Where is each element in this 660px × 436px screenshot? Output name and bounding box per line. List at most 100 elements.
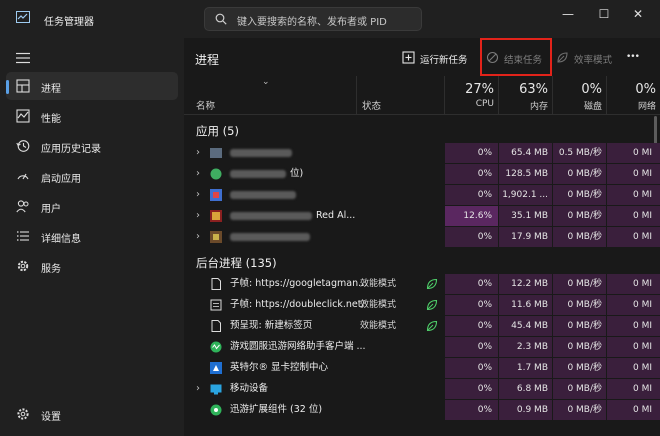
column-memory[interactable]: 内存 — [498, 99, 548, 112]
disk-cell: 0 MB/秒 — [553, 227, 606, 247]
table-row[interactable]: › Red Al... 12.6% 35.1 MB 0 MB/秒 0 MI — [184, 206, 660, 226]
network-cell: 0 MI — [607, 337, 660, 357]
network-cell: 0 MI — [607, 143, 660, 163]
network-cell: 0 MI — [607, 316, 660, 336]
column-network[interactable]: 网络 — [606, 99, 656, 112]
redacted-name — [230, 191, 296, 199]
table-row[interactable]: 子帧: https://doubleclick.net/ 效能模式 0% 11.… — [184, 295, 660, 315]
table-row[interactable]: › 0% 17.9 MB 0 MB/秒 0 MI — [184, 227, 660, 247]
expand-chevron-icon[interactable]: › — [196, 379, 200, 399]
cpu-cell: 0% — [445, 379, 498, 399]
column-divider[interactable] — [356, 76, 357, 114]
redacted-name — [230, 233, 310, 241]
sort-chevron-icon[interactable]: ⌄ — [262, 77, 270, 87]
memory-usage-total: 63% — [519, 82, 548, 97]
process-name: 子帧: https://googletagman... — [230, 278, 368, 289]
memory-cell: 128.5 MB — [499, 164, 552, 184]
network-cell: 0 MI — [607, 295, 660, 315]
process-status: 效能模式 — [360, 321, 397, 331]
memory-cell: 17.9 MB — [499, 227, 552, 247]
app-icon — [210, 168, 222, 180]
run-new-task-label: 运行新任务 — [420, 55, 468, 66]
memory-cell: 45.4 MB — [499, 316, 552, 336]
table-row[interactable]: 子帧: https://googletagman... 效能模式 0% 12.2… — [184, 274, 660, 294]
cpu-cell: 0% — [445, 185, 498, 205]
cpu-cell: 0% — [445, 143, 498, 163]
disk-cell: 0 MB/秒 — [553, 206, 606, 226]
app-icon — [210, 231, 222, 243]
expand-chevron-icon[interactable]: › — [196, 227, 200, 247]
sidebar-item-settings[interactable]: 设置 — [6, 400, 178, 428]
maximize-button[interactable]: ☐ — [590, 4, 618, 24]
close-button[interactable]: ✕ — [624, 4, 652, 24]
table-row[interactable]: › 移动设备 0% 6.8 MB 0 MB/秒 0 MI — [184, 379, 660, 399]
table-row[interactable]: 迅游扩展组件 (32 位) 0% 0.9 MB 0 MB/秒 0 MI — [184, 400, 660, 420]
disk-cell: 0.5 MB/秒 — [553, 143, 606, 163]
sidebar-item-processes[interactable]: 进程 — [6, 72, 178, 100]
table-row[interactable]: › 0% 1,902.1 ... 0 MB/秒 0 MI — [184, 185, 660, 205]
column-disk[interactable]: 磁盘 — [552, 99, 602, 112]
cpu-cell: 0% — [445, 400, 498, 420]
sidebar-item-performance[interactable]: 性能 — [6, 102, 178, 130]
mobile-device-icon — [210, 384, 222, 395]
expand-chevron-icon[interactable]: › — [196, 164, 200, 184]
disk-cell: 0 MB/秒 — [553, 164, 606, 184]
disk-cell: 0 MB/秒 — [553, 379, 606, 399]
cpu-cell: 0% — [445, 227, 498, 247]
disk-cell: 0 MB/秒 — [553, 295, 606, 315]
column-cpu[interactable]: CPU — [444, 99, 494, 109]
disk-cell: 0 MB/秒 — [553, 316, 606, 336]
startup-icon — [17, 173, 29, 180]
table-row[interactable]: › 位) 0% 128.5 MB 0 MB/秒 0 MI — [184, 164, 660, 184]
sidebar-item-startup[interactable]: 启动应用 — [6, 162, 178, 190]
memory-cell: 1.7 MB — [499, 358, 552, 378]
sidebar-item-label: 性能 — [41, 114, 61, 125]
cpu-usage-total: 27% — [465, 82, 494, 97]
document-icon — [211, 320, 221, 332]
sidebar-item-label: 应用历史记录 — [41, 144, 101, 155]
leaf-icon — [426, 278, 438, 290]
process-name: 移动设备 — [230, 383, 269, 394]
sidebar-item-app-history[interactable]: 应用历史记录 — [6, 132, 178, 160]
table-row[interactable]: 英特尔® 显卡控制中心 0% 1.7 MB 0 MB/秒 0 MI — [184, 358, 660, 378]
memory-cell: 0.9 MB — [499, 400, 552, 420]
sidebar-item-label: 启动应用 — [41, 174, 81, 185]
process-name: 预呈现: 新建标签页 — [230, 320, 313, 331]
performance-icon — [16, 109, 30, 123]
expand-chevron-icon[interactable]: › — [196, 143, 200, 163]
cpu-cell: 0% — [445, 295, 498, 315]
sidebar-item-label: 详细信息 — [41, 234, 81, 245]
memory-cell: 35.1 MB — [499, 206, 552, 226]
hamburger-menu-icon[interactable] — [16, 52, 30, 64]
network-cell: 0 MI — [607, 400, 660, 420]
column-header: ⌄ 名称 状态 27% CPU 63% 内存 0% 磁盘 0% 网络 — [184, 76, 660, 115]
minimize-button[interactable]: — — [554, 4, 582, 24]
disk-cell: 0 MB/秒 — [553, 185, 606, 205]
expand-chevron-icon[interactable]: › — [196, 206, 200, 226]
details-icon — [17, 231, 29, 241]
column-status[interactable]: 状态 — [362, 98, 381, 112]
process-name: 英特尔® 显卡控制中心 — [230, 362, 329, 373]
memory-cell: 1,902.1 ... — [499, 185, 552, 205]
table-row[interactable]: 预呈现: 新建标签页 效能模式 0% 45.4 MB 0 MB/秒 0 MI — [184, 316, 660, 336]
table-row[interactable]: 游戏圆服迅游网络助手客户端 ... 0% 2.3 MB 0 MB/秒 0 MI — [184, 337, 660, 357]
document-icon — [211, 278, 221, 290]
leaf-icon — [557, 52, 568, 63]
more-options-button[interactable]: ••• — [626, 52, 640, 62]
column-name[interactable]: 名称 — [196, 98, 215, 112]
expand-chevron-icon[interactable]: › — [196, 185, 200, 205]
sidebar-item-details[interactable]: 详细信息 — [6, 222, 178, 250]
disk-usage-total: 0% — [581, 82, 602, 97]
redacted-name — [230, 170, 286, 178]
sidebar-item-users[interactable]: 用户 — [6, 192, 178, 220]
search-box[interactable]: 键入要搜索的名称、发布者或 PID — [204, 7, 422, 31]
leaf-icon — [426, 299, 438, 311]
table-row[interactable]: › 0% 65.4 MB 0.5 MB/秒 0 MI — [184, 143, 660, 163]
sidebar-item-services[interactable]: 服务 — [6, 252, 178, 280]
title-bar: 任务管理器 键入要搜索的名称、发布者或 PID — ☐ ✕ — [0, 0, 660, 38]
scrollbar[interactable] — [654, 116, 657, 146]
sidebar-item-label: 设置 — [41, 412, 61, 423]
leaf-icon — [426, 320, 438, 332]
cpu-cell: 0% — [445, 274, 498, 294]
users-icon — [16, 200, 29, 213]
